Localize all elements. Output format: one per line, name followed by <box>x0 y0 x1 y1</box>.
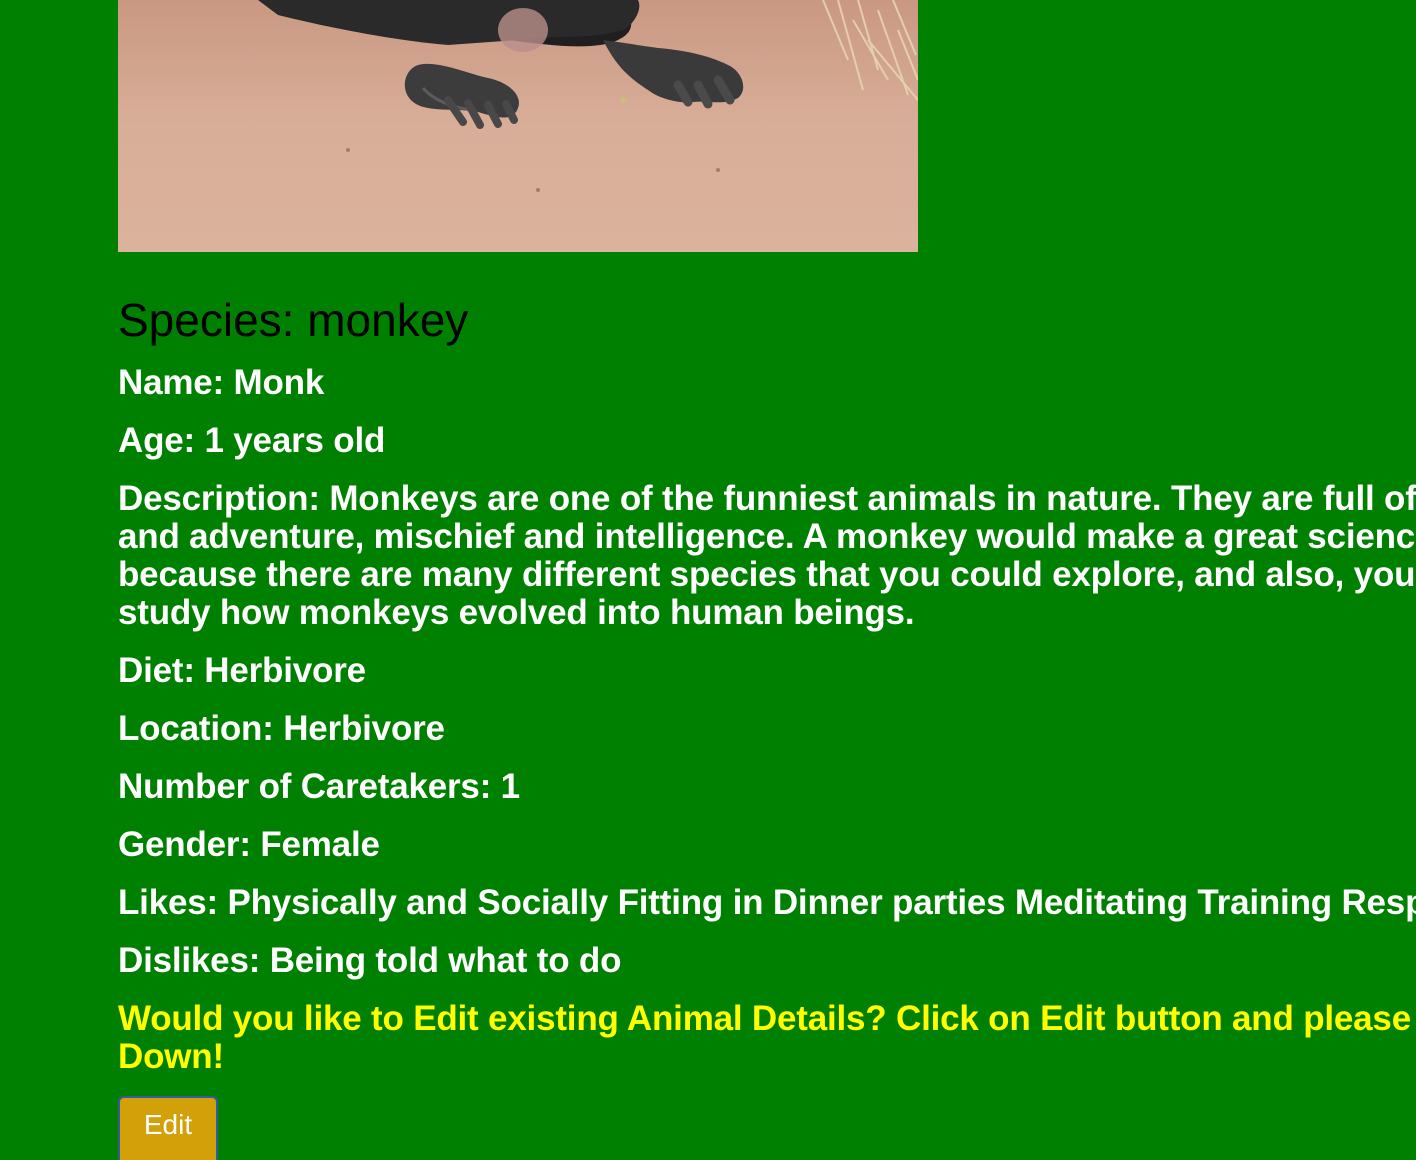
dislikes-row: Dislikes: Being told what to do <box>118 941 622 980</box>
diet-row: Diet: Herbivore <box>118 651 366 690</box>
description-line: Description: Monkeys are one of the funn… <box>118 479 1416 518</box>
description-line: study how monkeys evolved into human bei… <box>118 593 915 632</box>
name-row: Name: Monk <box>118 364 324 402</box>
caretakers-row: Number of Caretakers: 1 <box>118 767 520 806</box>
description-row: Description: Monkeys are one of the funn… <box>118 480 1416 632</box>
edit-prompt-line: Down! <box>118 1037 224 1076</box>
species-heading: Species: monkey <box>118 294 469 346</box>
age-row: Age: 1 years old <box>118 421 386 460</box>
name-value: Monk <box>233 363 325 402</box>
edit-prompt-line: Would you like to Edit existing Animal D… <box>118 999 1411 1038</box>
edit-button[interactable]: Edit <box>118 1096 218 1160</box>
description-line: and adventure, mischief and intelligence… <box>118 517 1416 556</box>
name-label: Name: <box>118 363 234 402</box>
animal-details: Species: monkey Name: Monk Age: 1 years … <box>118 290 1416 1076</box>
animal-photo <box>118 0 918 252</box>
description-line: because there are many different species… <box>118 555 1416 594</box>
edit-prompt: Would you like to Edit existing Animal D… <box>118 1000 1411 1076</box>
monkey-photo-icon <box>118 0 918 252</box>
gender-row: Gender: Female <box>118 825 380 864</box>
location-row: Location: Herbivore <box>118 709 445 748</box>
likes-row: Likes: Physically and Socially Fitting i… <box>118 883 1416 922</box>
